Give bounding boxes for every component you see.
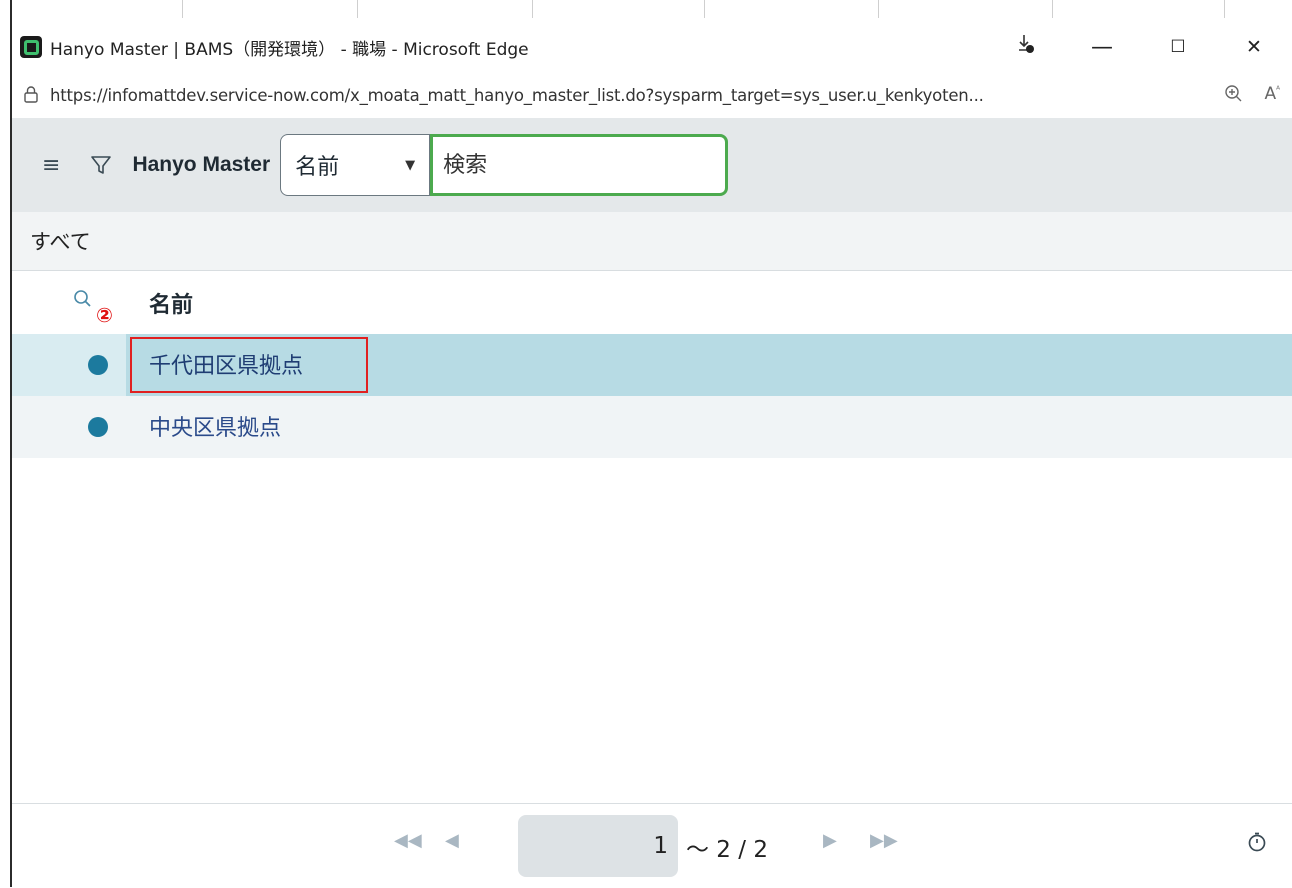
zoom-icon[interactable] — [1224, 84, 1244, 109]
title-bar: Hanyo Master | BAMS（開発環境） - 職場 - Microso… — [12, 22, 1292, 72]
download-icon[interactable] — [988, 33, 1064, 61]
pagination-footer: ◀◀ ◀ 1 ～ 2 / 2 ▶ ▶▶ — [12, 803, 1292, 888]
column-header-name[interactable]: 名前 — [149, 287, 193, 319]
address-bar: https://infomattdev.service-now.com/x_mo… — [12, 72, 1292, 118]
filter-icon[interactable] — [90, 154, 112, 176]
list-title: Hanyo Master — [132, 153, 271, 176]
column-search-icon[interactable] — [72, 288, 94, 310]
first-page-icon[interactable]: ◀◀ — [394, 830, 422, 851]
search-field-value: 名前 — [295, 155, 340, 180]
list-header: ≡ Hanyo Master 名前 ▼ — [12, 118, 1292, 212]
page-range-text: ～ 2 / 2 — [686, 837, 768, 863]
page-number-input[interactable]: 1 — [518, 815, 678, 877]
window-controls: — ☐ ✕ — [988, 22, 1292, 72]
browser-window: Hanyo Master | BAMS（開発環境） - 職場 - Microso… — [10, 0, 1292, 888]
minimize-button[interactable]: — — [1064, 35, 1140, 60]
list-row[interactable]: 中央区県拠点 — [12, 396, 1292, 458]
url-field[interactable]: https://infomattdev.service-now.com/x_mo… — [50, 86, 984, 105]
close-button[interactable]: ✕ — [1216, 36, 1292, 58]
background-strip — [12, 0, 1292, 20]
window-title: Hanyo Master | BAMS（開発環境） - 職場 - Microso… — [50, 39, 529, 60]
breadcrumb: すべて — [12, 212, 1292, 271]
annotation-marker: ② — [96, 303, 113, 327]
annotation-highlight-box — [130, 337, 368, 393]
servicenow-app-icon — [20, 36, 42, 58]
row-link-label[interactable]: 中央区県拠点 — [149, 410, 281, 442]
search-input[interactable] — [430, 134, 729, 196]
list-row[interactable]: 千代田区県拠点 — [12, 334, 1292, 396]
breadcrumb-all[interactable]: すべて — [30, 226, 91, 256]
search-field-select[interactable]: 名前 ▼ — [280, 134, 431, 196]
record-dot-icon — [88, 355, 108, 375]
lock-icon[interactable] — [22, 85, 42, 105]
next-page-icon[interactable]: ▶ — [823, 830, 837, 851]
hamburger-menu-icon[interactable]: ≡ — [42, 153, 60, 178]
record-dot-icon — [88, 417, 108, 437]
maximize-button[interactable]: ☐ — [1140, 37, 1216, 57]
last-page-icon[interactable]: ▶▶ — [870, 830, 898, 851]
previous-page-icon[interactable]: ◀ — [445, 830, 459, 851]
list-column-header-row: ② 名前 — [12, 272, 1292, 334]
chevron-down-icon: ▼ — [405, 157, 416, 173]
read-aloud-icon[interactable]: Aᴬ — [1264, 84, 1280, 109]
stopwatch-icon[interactable] — [1246, 831, 1268, 853]
